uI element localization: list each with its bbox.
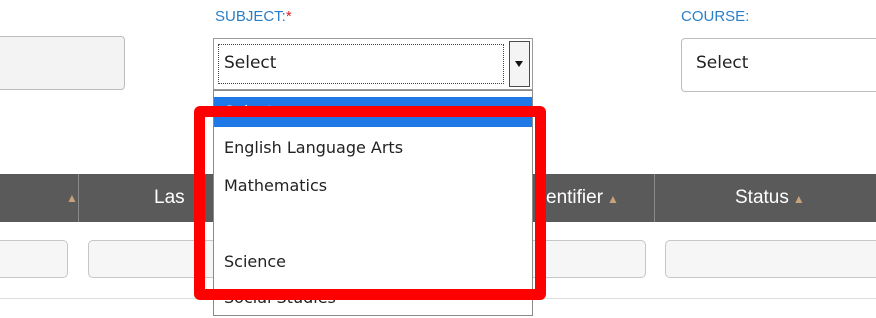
left-field[interactable] [0,36,125,90]
column-header-status[interactable]: Status ▲ [654,174,876,222]
subject-label: SUBJECT:* [215,8,292,25]
column-header-status-label: Status [735,187,789,208]
subject-dropdown-button[interactable] [509,41,530,87]
filter-input-status[interactable] [665,240,876,278]
course-label: COURSE: [681,8,750,25]
course-select[interactable]: Select [681,38,876,92]
column-header-identifier-label: entifier [546,187,604,208]
sort-icon: ▲ [66,191,78,205]
sort-icon: ▲ [792,192,805,206]
subject-select-value: Select [224,53,277,73]
column-header-last-name-label: Las [154,187,185,208]
sort-icon: ▲ [607,192,619,206]
course-select-value: Select [696,53,749,73]
column-header-first[interactable]: ▲ [0,174,78,222]
required-asterisk: * [285,8,292,25]
chevron-down-icon [515,61,523,67]
subject-label-text: SUBJECT: [215,8,286,25]
subject-select[interactable]: Select [213,38,533,90]
highlight-box [194,106,546,300]
filter-input-first[interactable] [0,240,68,278]
